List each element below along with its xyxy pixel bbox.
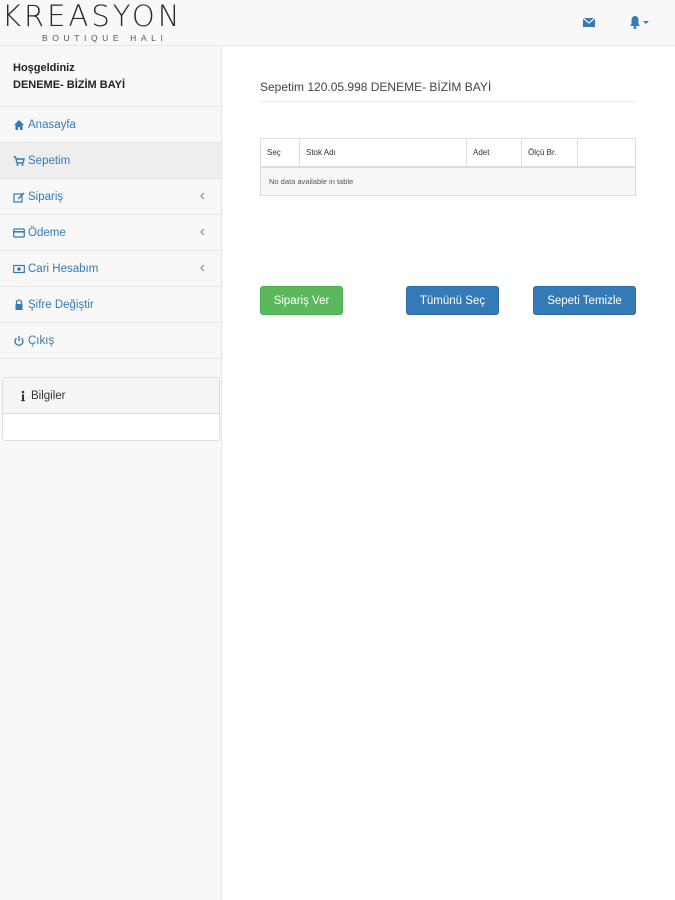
column-header-sec[interactable]: Seç xyxy=(260,138,300,168)
column-header-adet[interactable]: Adet xyxy=(466,138,522,168)
select-all-button[interactable]: Tümünü Seç xyxy=(406,286,499,315)
sidebar-item-cikis[interactable]: Çıkış xyxy=(0,323,221,359)
sidebar-item-label: Şifre Değiştir xyxy=(28,298,94,311)
sidebar-item-label: Sipariş xyxy=(28,190,64,203)
top-navbar: KREASYON BOUTIQUE HALI xyxy=(0,0,675,46)
caret-down-icon xyxy=(643,21,649,24)
cart-icon xyxy=(13,155,25,166)
table-header-row: Seç Stok Adı Adet Ölçü Br. xyxy=(260,138,636,168)
bell-icon[interactable] xyxy=(627,14,651,30)
welcome-title: Hoşgeldiniz xyxy=(13,62,75,74)
column-header-olcu-br[interactable]: Ölçü Br. xyxy=(521,138,578,168)
empty-table-message: No data available in table xyxy=(260,166,636,196)
credit-card-icon xyxy=(13,227,25,238)
sidebar-item-sifre-degistir[interactable]: Şifre Değiştir xyxy=(0,287,221,323)
place-order-button[interactable]: Sipariş Ver xyxy=(260,286,343,315)
sidebar-item-cari-hesabim[interactable]: Cari Hesabım xyxy=(0,251,221,287)
sidebar-item-label: Ödeme xyxy=(28,226,66,239)
sidebar-item-label: Anasayfa xyxy=(28,118,76,131)
welcome-box: Hoşgeldiniz DENEME- BİZİM BAYİ xyxy=(0,46,221,107)
sidebar: Hoşgeldiniz DENEME- BİZİM BAYİ Anasayfa … xyxy=(0,46,222,900)
chevron-left-icon xyxy=(200,228,205,236)
sidebar-item-sepetim[interactable]: Sepetim xyxy=(0,143,221,179)
brand-logo[interactable]: KREASYON BOUTIQUE HALI xyxy=(0,0,222,46)
column-header-stok-adi[interactable]: Stok Adı xyxy=(299,138,467,168)
money-icon xyxy=(13,264,25,273)
main-content: Sepetim 120.05.998 DENEME- BİZİM BAYİ Se… xyxy=(222,46,675,900)
info-panel: Bilgiler xyxy=(2,377,220,441)
clear-cart-button[interactable]: Sepeti Temizle xyxy=(533,286,636,315)
edit-icon xyxy=(13,192,25,203)
chevron-left-icon xyxy=(200,192,205,200)
lock-icon xyxy=(15,298,23,310)
sidebar-item-label: Cari Hesabım xyxy=(28,262,99,275)
info-panel-title: Bilgiler xyxy=(31,389,66,402)
brand-tagline: BOUTIQUE HALI xyxy=(42,33,168,43)
table-row: No data available in table xyxy=(260,166,636,196)
chevron-left-icon xyxy=(200,264,205,272)
sidebar-item-label: Çıkış xyxy=(28,334,55,347)
page-title: Sepetim 120.05.998 DENEME- BİZİM BAYİ xyxy=(260,80,636,102)
power-icon xyxy=(14,335,24,346)
info-panel-header: Bilgiler xyxy=(3,378,219,414)
welcome-user: DENEME- BİZİM BAYİ xyxy=(13,79,126,91)
column-header-actions xyxy=(577,138,636,168)
envelope-icon[interactable] xyxy=(580,14,598,30)
home-icon xyxy=(14,119,24,130)
sidebar-item-odeme[interactable]: Ödeme xyxy=(0,215,221,251)
sidebar-item-siparis[interactable]: Sipariş xyxy=(0,179,221,215)
brand-name: KREASYON xyxy=(2,0,183,33)
info-icon xyxy=(21,390,25,401)
sidebar-item-label: Sepetim xyxy=(28,154,71,167)
cart-table: Seç Stok Adı Adet Ölçü Br. No data avail… xyxy=(260,138,636,196)
sidebar-item-anasayfa[interactable]: Anasayfa xyxy=(0,107,221,143)
